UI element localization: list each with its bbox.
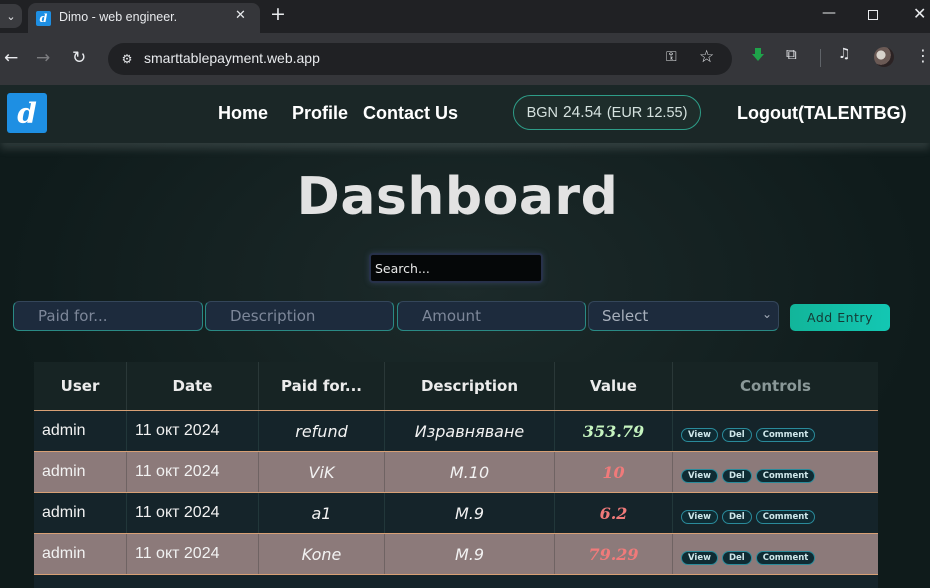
balance-eur-amount: (EUR 12.55) bbox=[606, 104, 688, 121]
favicon-icon: d bbox=[36, 11, 51, 26]
delete-button[interactable]: Del bbox=[721, 551, 752, 565]
header-description: Description bbox=[385, 362, 555, 410]
header-controls: Controls bbox=[740, 377, 811, 395]
table-row: admin 11 окт 2024 Kone M.9 79.29 View De… bbox=[34, 533, 878, 574]
new-tab-plus-icon[interactable]: + bbox=[270, 3, 286, 25]
select-value: Select bbox=[602, 307, 649, 325]
tab-search-chevron-icon[interactable]: ⌄ bbox=[0, 4, 22, 28]
add-entry-button[interactable]: Add Entry bbox=[790, 304, 890, 331]
cell-user: admin bbox=[34, 411, 127, 451]
cell-date: 11 окт 2024 bbox=[127, 452, 259, 492]
comment-button[interactable]: Comment bbox=[755, 469, 816, 483]
logout-link[interactable]: Logout(TALENTBG) bbox=[737, 103, 907, 124]
address-bar[interactable]: ⚙ smarttablepayment.web.app ⚿ ☆ bbox=[108, 43, 732, 75]
extension-download-icon[interactable] bbox=[750, 47, 766, 63]
cell-user: admin bbox=[34, 493, 127, 533]
cell-user: admin bbox=[34, 452, 127, 492]
cell-controls: View Del Comment bbox=[673, 534, 878, 574]
balance-badge: BGN 24.54 (EUR 12.55) bbox=[513, 95, 701, 130]
window-minimize-icon[interactable]: — bbox=[822, 5, 836, 21]
site-info-icon[interactable]: ⚙ bbox=[118, 50, 136, 68]
table-row: admin 11 окт 2024 refund Изравняване 353… bbox=[34, 410, 878, 451]
view-button[interactable]: View bbox=[681, 551, 718, 565]
search-input[interactable] bbox=[369, 253, 543, 283]
comment-button[interactable]: Comment bbox=[755, 428, 816, 442]
table-header: User Date Paid for... Description Value … bbox=[34, 362, 878, 410]
cell-paid-for: ViK bbox=[259, 452, 385, 492]
header-paid-for: Paid for... bbox=[259, 362, 385, 410]
view-button[interactable]: View bbox=[681, 428, 718, 442]
key-icon[interactable]: ⚿ bbox=[666, 49, 677, 65]
site-logo[interactable]: d bbox=[7, 93, 47, 133]
cell-date: 11 окт 2024 bbox=[127, 493, 259, 533]
delete-button[interactable]: Del bbox=[721, 510, 752, 524]
cell-value: 6.2 bbox=[555, 493, 673, 533]
description-input[interactable] bbox=[205, 301, 394, 331]
cell-date: 11 окт 2024 bbox=[127, 534, 259, 574]
header-date: Date bbox=[127, 362, 259, 410]
delete-button[interactable]: Del bbox=[721, 469, 752, 483]
window-close-icon[interactable]: ✕ bbox=[913, 4, 926, 23]
page-content: d Home Profile Contact Us BGN 24.54 (EUR… bbox=[0, 85, 930, 588]
cell-description: M.9 bbox=[385, 534, 555, 574]
tab-title: Dimo - web engineer. bbox=[59, 10, 178, 24]
tab-close-icon[interactable]: ✕ bbox=[235, 8, 246, 23]
cell-description: Изравняване bbox=[385, 411, 555, 451]
extensions-puzzle-icon[interactable]: ⧉ bbox=[786, 45, 797, 63]
toolbar-divider bbox=[820, 49, 821, 67]
browser-tabbar: ⌄ d Dimo - web engineer. ✕ + — ✕ bbox=[0, 0, 930, 33]
back-arrow-icon[interactable]: ← bbox=[4, 48, 18, 68]
browser-tab[interactable]: d Dimo - web engineer. ✕ bbox=[28, 3, 260, 33]
comment-button[interactable]: Comment bbox=[755, 510, 816, 524]
header-value: Value bbox=[555, 362, 673, 410]
browser-menu-icon[interactable]: ⋮ bbox=[915, 46, 930, 65]
paid-for-input[interactable] bbox=[13, 301, 203, 331]
chevron-down-icon: ⌄ bbox=[761, 307, 772, 321]
media-control-icon[interactable]: ♫ bbox=[838, 46, 851, 62]
page-title: Dashboard bbox=[296, 167, 619, 227]
balance-currency-label: BGN bbox=[526, 104, 559, 121]
table-row: admin 11 окт 2024 a1 M.9 6.2 View Del Co… bbox=[34, 492, 878, 533]
cell-date: 11 окт 2024 bbox=[127, 411, 259, 451]
reload-icon[interactable]: ↻ bbox=[72, 48, 86, 68]
forward-arrow-icon[interactable]: → bbox=[36, 48, 50, 68]
cell-controls: View Del Comment bbox=[673, 493, 878, 533]
delete-button[interactable]: Del bbox=[721, 428, 752, 442]
cell-paid-for: Kone bbox=[259, 534, 385, 574]
comment-button[interactable]: Comment bbox=[755, 551, 816, 565]
cell-description: M.10 bbox=[385, 452, 555, 492]
cell-controls: View Del Comment bbox=[673, 411, 878, 451]
nav-home[interactable]: Home bbox=[218, 103, 268, 124]
view-button[interactable]: View bbox=[681, 510, 718, 524]
category-select[interactable]: Select ⌄ bbox=[588, 301, 779, 331]
bookmark-star-icon[interactable]: ☆ bbox=[699, 47, 714, 67]
browser-toolbar: ← → ↻ ⚙ smarttablepayment.web.app ⚿ ☆ ⧉ … bbox=[0, 33, 930, 85]
cell-paid-for: a1 bbox=[259, 493, 385, 533]
cell-paid-for: refund bbox=[259, 411, 385, 451]
table-row-partial bbox=[34, 574, 878, 588]
cell-value: 79.29 bbox=[555, 534, 673, 574]
amount-input[interactable] bbox=[397, 301, 586, 331]
cell-description: M.9 bbox=[385, 493, 555, 533]
cell-user: admin bbox=[34, 534, 127, 574]
cell-value: 10 bbox=[555, 452, 673, 492]
cell-controls: View Del Comment bbox=[673, 452, 878, 492]
url-text[interactable]: smarttablepayment.web.app bbox=[144, 50, 320, 66]
window-maximize-icon[interactable] bbox=[868, 10, 878, 20]
nav-profile[interactable]: Profile bbox=[292, 103, 348, 124]
view-button[interactable]: View bbox=[681, 469, 718, 483]
table-row: admin 11 окт 2024 ViK M.10 10 View Del C… bbox=[34, 451, 878, 492]
nav-contact-us[interactable]: Contact Us bbox=[363, 103, 458, 124]
profile-avatar[interactable] bbox=[874, 47, 894, 67]
header-user: User bbox=[34, 362, 127, 410]
balance-bgn-amount: 24.54 bbox=[563, 103, 602, 121]
site-header: d Home Profile Contact Us BGN 24.54 (EUR… bbox=[0, 85, 930, 143]
cell-value: 353.79 bbox=[555, 411, 673, 451]
